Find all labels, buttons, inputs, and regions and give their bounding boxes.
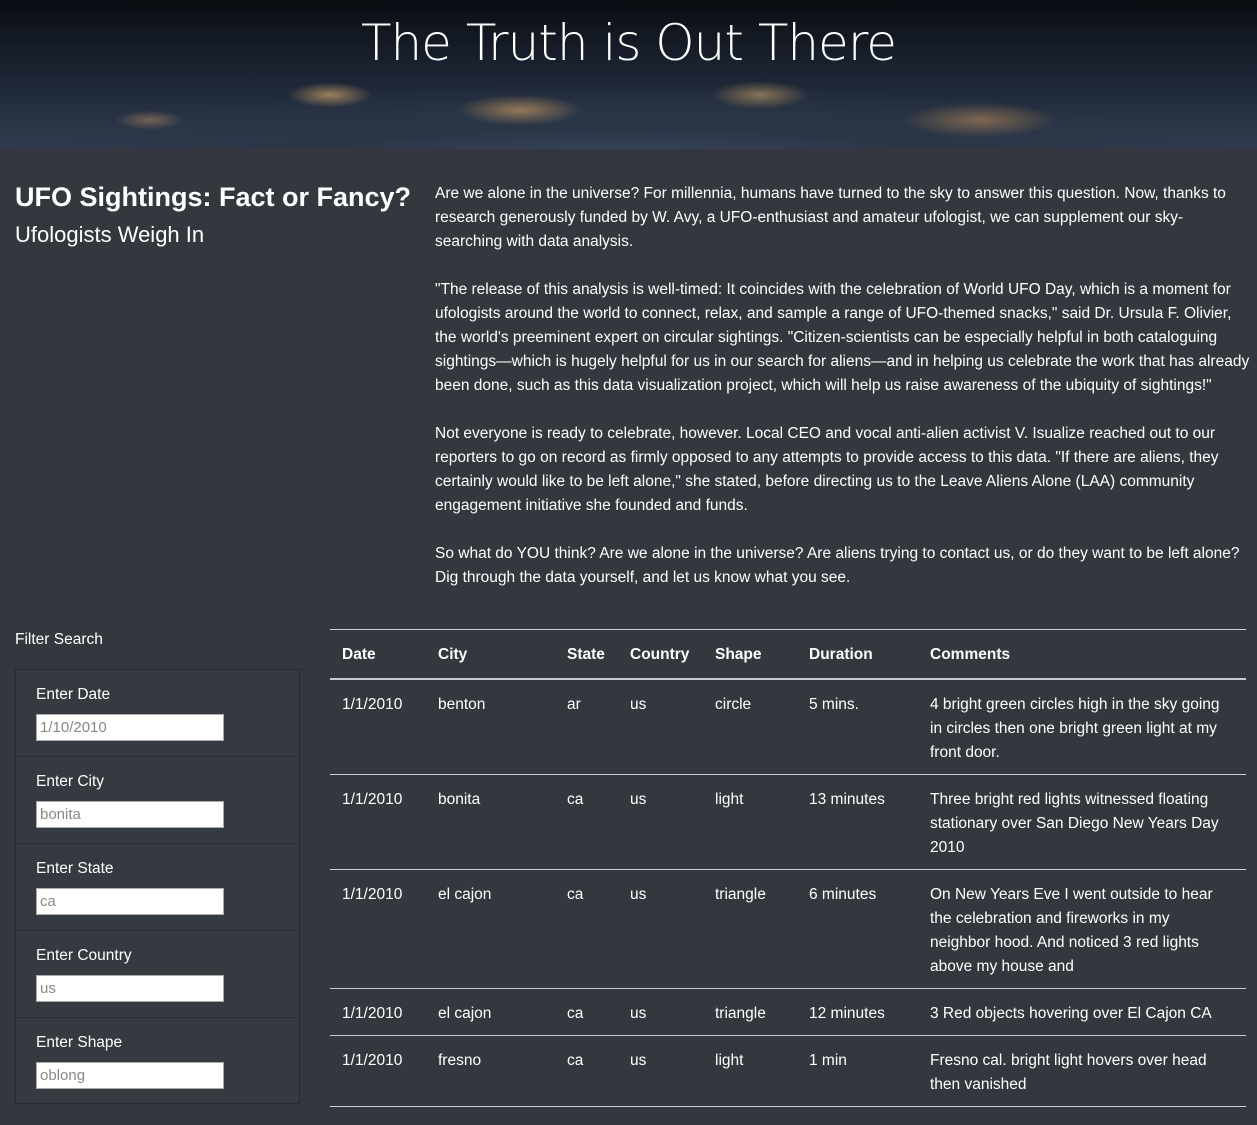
article-subtitle: Ufologists Weigh In bbox=[15, 222, 205, 247]
hero-title: The Truth is Out There bbox=[360, 14, 897, 72]
cell-city: fresno bbox=[426, 1035, 555, 1107]
table-row: 1/1/2010 el cajon ca us triangle 6 minut… bbox=[330, 869, 1246, 989]
filter-shape-label: Enter Shape bbox=[36, 1034, 123, 1051]
cell-state: ca bbox=[555, 988, 618, 1036]
cell-shape: triangle bbox=[703, 988, 797, 1036]
table-header-row: Date City State Country Shape Duration C… bbox=[330, 629, 1246, 680]
cell-comments: On New Years Eve I went outside to hear … bbox=[918, 869, 1246, 989]
cell-shape: triangle bbox=[703, 869, 797, 989]
filter-panel: Enter Date Enter City Enter State Enter … bbox=[15, 669, 300, 1104]
cell-shape: circle bbox=[703, 679, 797, 775]
column-header-shape: Shape bbox=[703, 629, 797, 680]
filter-date-label: Enter Date bbox=[36, 686, 111, 703]
article-paragraph: Are we alone in the universe? For millen… bbox=[435, 185, 1226, 250]
column-header-comments: Comments bbox=[918, 629, 1246, 680]
article-paragraph: So what do YOU think? Are we alone in th… bbox=[435, 545, 1240, 586]
cell-shape: light bbox=[703, 1035, 797, 1107]
table-row: 1/1/2010 fresno ca us light 1 min Fresno… bbox=[330, 1035, 1246, 1107]
table-row: 1/1/2010 el cajon ca us triangle 12 minu… bbox=[330, 988, 1246, 1036]
city-input[interactable] bbox=[36, 801, 224, 828]
cell-comments: 4 bright green circles high in the sky g… bbox=[918, 679, 1246, 775]
filter-date: Enter Date bbox=[16, 670, 299, 757]
filter-city: Enter City bbox=[16, 757, 299, 844]
cell-state: ca bbox=[555, 1035, 618, 1107]
filter-shape: Enter Shape bbox=[16, 1018, 299, 1103]
filter-city-label: Enter City bbox=[36, 773, 105, 790]
cell-city: benton bbox=[426, 679, 555, 775]
cell-date: 1/1/2010 bbox=[330, 679, 426, 775]
cell-date: 1/1/2010 bbox=[330, 1035, 426, 1107]
column-header-state: State bbox=[555, 629, 618, 680]
column-header-city: City bbox=[426, 629, 555, 680]
table-row: 1/1/2010 bonita ca us light 13 minutes T… bbox=[330, 774, 1246, 870]
article-paragraph: "The release of this analysis is well-ti… bbox=[435, 281, 1250, 394]
hero-banner: The Truth is Out There bbox=[0, 0, 1257, 149]
cell-country: us bbox=[618, 774, 703, 870]
cell-duration: 13 minutes bbox=[797, 774, 918, 870]
cell-country: us bbox=[618, 988, 703, 1036]
cell-city: el cajon bbox=[426, 988, 555, 1036]
cell-comments: Fresno cal. bright light hovers over hea… bbox=[918, 1035, 1246, 1107]
article-body: Are we alone in the universe? For millen… bbox=[435, 182, 1250, 614]
column-header-date: Date bbox=[330, 629, 426, 680]
cell-state: ca bbox=[555, 869, 618, 989]
filter-heading: Filter Search bbox=[15, 631, 103, 648]
cell-duration: 12 minutes bbox=[797, 988, 918, 1036]
column-header-country: Country bbox=[618, 629, 703, 680]
cell-comments: 3 Red objects hovering over El Cajon CA bbox=[918, 988, 1246, 1036]
cell-date: 1/1/2010 bbox=[330, 774, 426, 870]
cell-country: us bbox=[618, 679, 703, 775]
cell-date: 1/1/2010 bbox=[330, 988, 426, 1036]
article-title: UFO Sightings: Fact or Fancy? bbox=[15, 182, 412, 212]
country-input[interactable] bbox=[36, 975, 224, 1002]
cell-city: el cajon bbox=[426, 869, 555, 989]
filter-state: Enter State bbox=[16, 844, 299, 931]
cell-shape: light bbox=[703, 774, 797, 870]
filter-country-label: Enter Country bbox=[36, 947, 132, 964]
cell-comments: Three bright red lights witnessed floati… bbox=[918, 774, 1246, 870]
filter-country: Enter Country bbox=[16, 931, 299, 1018]
date-input[interactable] bbox=[36, 714, 224, 741]
ufo-table: Date City State Country Shape Duration C… bbox=[330, 629, 1246, 1107]
shape-input[interactable] bbox=[36, 1062, 224, 1089]
cell-country: us bbox=[618, 1035, 703, 1107]
cell-state: ca bbox=[555, 774, 618, 870]
article-paragraph: Not everyone is ready to celebrate, howe… bbox=[435, 425, 1219, 514]
cell-duration: 1 min bbox=[797, 1035, 918, 1107]
cell-country: us bbox=[618, 869, 703, 989]
state-input[interactable] bbox=[36, 888, 224, 915]
filter-state-label: Enter State bbox=[36, 860, 114, 877]
cell-date: 1/1/2010 bbox=[330, 869, 426, 989]
column-header-duration: Duration bbox=[797, 629, 918, 680]
cell-duration: 6 minutes bbox=[797, 869, 918, 989]
cell-city: bonita bbox=[426, 774, 555, 870]
cell-state: ar bbox=[555, 679, 618, 775]
cell-duration: 5 mins. bbox=[797, 679, 918, 775]
table-row: 1/1/2010 benton ar us circle 5 mins. 4 b… bbox=[330, 679, 1246, 775]
